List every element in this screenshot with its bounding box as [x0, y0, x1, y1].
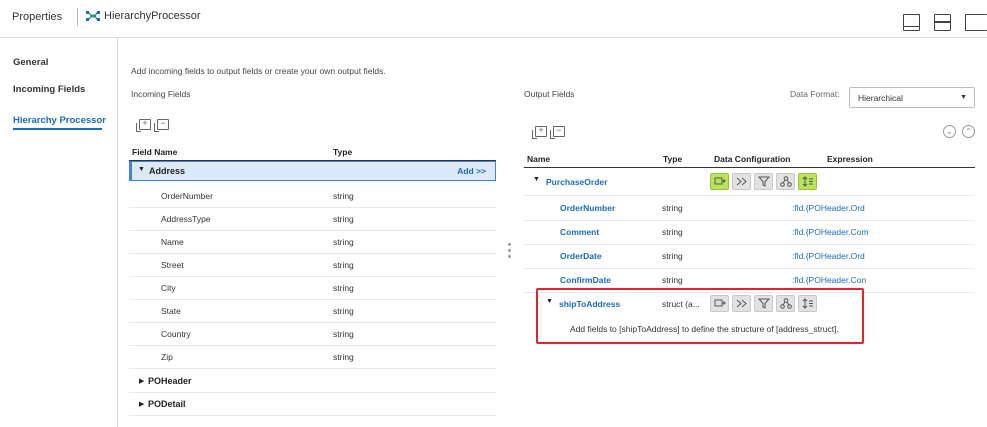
field-type: string — [333, 283, 354, 293]
table-row[interactable]: Comment string :fld.{POHeader.Com — [524, 221, 975, 245]
header-divider — [77, 8, 78, 26]
join-icon[interactable] — [732, 173, 751, 190]
move-down-icon[interactable]: ⌄ — [943, 125, 956, 138]
selected-group-row[interactable]: ▼ Address Add >> — [129, 161, 496, 181]
table-row[interactable]: City string — [129, 277, 496, 300]
output-fields-label: Output Fields — [524, 89, 575, 99]
data-configuration-toolbar — [710, 173, 817, 190]
table-row[interactable]: State string — [129, 300, 496, 323]
field-type: string — [333, 214, 354, 224]
data-format-label: Data Format: — [790, 89, 840, 99]
caret-right-icon[interactable]: ▶ — [139, 377, 144, 385]
struct-hint-text: Add fields to [shipToAddress] to define … — [570, 324, 839, 334]
caret-down-icon[interactable]: ▼ — [138, 166, 145, 173]
output-field-type: string — [662, 251, 683, 261]
incoming-fields-label: Incoming Fields — [131, 89, 191, 99]
output-field-name[interactable]: ConfirmDate — [560, 275, 611, 285]
output-field-type: string — [662, 227, 683, 237]
data-format-select[interactable]: Hierarchical ▼ — [849, 87, 975, 108]
panel-split-icon[interactable] — [934, 14, 951, 31]
field-name: Street — [161, 260, 184, 270]
sort-icon[interactable] — [798, 173, 817, 190]
panel-splitter[interactable] — [508, 243, 511, 265]
field-name: Zip — [161, 352, 173, 362]
table-header: Field Name Type — [129, 145, 496, 161]
hierarchy-icon[interactable] — [776, 173, 795, 190]
caret-right-icon[interactable]: ▶ — [139, 400, 144, 408]
output-field-expression[interactable]: :fld.{POHeader.Ord — [792, 251, 865, 261]
field-name: City — [161, 283, 176, 293]
table-row[interactable]: OrderDate string :fld.{POHeader.Ord — [524, 245, 975, 269]
chevron-down-icon: ▼ — [960, 94, 967, 101]
table-row[interactable]: OrderNumber string :fld.{POHeader.Ord — [524, 197, 975, 221]
page-title: HierarchyProcessor — [104, 10, 201, 22]
nav-item-incoming-fields[interactable]: Incoming Fields — [13, 84, 85, 95]
output-field-expression[interactable]: :fld.{POHeader.Com — [792, 227, 869, 237]
group-row-poheader[interactable]: ▶ POHeader — [129, 371, 496, 393]
output-field-expression[interactable]: :fld.{POHeader.Ord — [792, 203, 865, 213]
column-header-type: Type — [663, 154, 683, 164]
properties-label[interactable]: Properties — [12, 11, 62, 23]
output-field-type: string — [662, 203, 683, 213]
column-header-expression: Expression — [827, 154, 873, 164]
active-nav-indicator — [13, 128, 102, 130]
column-header-type: Type — [333, 147, 353, 157]
field-name: OrderNumber — [161, 191, 213, 201]
field-type: string — [333, 260, 354, 270]
move-up-icon[interactable]: ⌃ — [962, 125, 975, 138]
output-field-name[interactable]: OrderDate — [560, 251, 602, 261]
group-row-podetail[interactable]: ▶ PODetail — [129, 394, 496, 416]
remove-output-field-icon[interactable] — [550, 125, 565, 139]
table-row[interactable]: Zip string — [129, 346, 496, 369]
field-name: Name — [161, 237, 184, 247]
sidebar: General Incoming Fields Hierarchy Proces… — [0, 38, 118, 427]
table-row[interactable]: AddressType string — [129, 208, 496, 231]
table-row[interactable]: Country string — [129, 323, 496, 346]
highlight-box — [536, 288, 864, 344]
add-to-output-button[interactable]: Add >> — [457, 166, 486, 176]
panel-right-icon[interactable] — [965, 14, 987, 31]
field-type: string — [333, 329, 354, 339]
column-header-field-name: Field Name — [132, 147, 178, 157]
filter-icon[interactable] — [754, 173, 773, 190]
nav-item-general[interactable]: General — [13, 57, 48, 68]
output-field-expression[interactable]: :fld.{POHeader.Con — [792, 275, 866, 285]
table-row[interactable]: Street string — [129, 254, 496, 277]
field-name: State — [161, 306, 181, 316]
table-header: Name Type Data Configuration Expression — [524, 150, 975, 168]
field-type: string — [333, 237, 354, 247]
group-name: POHeader — [148, 376, 192, 386]
group-name: Address — [149, 166, 186, 176]
top-bar: Properties HierarchyProcessor — [0, 0, 987, 38]
nav-item-hierarchy-processor[interactable]: Hierarchy Processor — [13, 115, 106, 126]
field-name: Country — [161, 329, 191, 339]
group-name: PODetail — [148, 399, 186, 409]
output-field-name[interactable]: Comment — [560, 227, 599, 237]
instructions-text: Add incoming fields to output fields or … — [131, 66, 386, 76]
column-header-data-configuration: Data Configuration — [714, 154, 791, 164]
hierarchy-processor-icon — [86, 11, 100, 21]
column-header-name: Name — [527, 154, 551, 164]
add-output-field-icon[interactable] — [532, 125, 547, 139]
field-type: string — [333, 191, 354, 201]
output-group-row-purchaseorder[interactable]: ▼ PurchaseOrder — [524, 170, 975, 196]
panel-bottom-icon[interactable] — [903, 14, 920, 31]
table-row[interactable]: OrderNumber string — [129, 185, 496, 208]
remove-field-icon[interactable] — [154, 118, 169, 132]
primary-key-icon[interactable] — [710, 173, 729, 190]
field-type: string — [333, 352, 354, 362]
group-name[interactable]: PurchaseOrder — [546, 177, 607, 187]
caret-down-icon[interactable]: ▼ — [533, 176, 540, 183]
data-format-value: Hierarchical — [858, 93, 903, 103]
output-field-type: string — [662, 275, 683, 285]
table-row[interactable]: Name string — [129, 231, 496, 254]
field-type: string — [333, 306, 354, 316]
output-field-name[interactable]: OrderNumber — [560, 203, 615, 213]
field-name: AddressType — [161, 214, 211, 224]
add-field-icon[interactable] — [136, 118, 151, 132]
